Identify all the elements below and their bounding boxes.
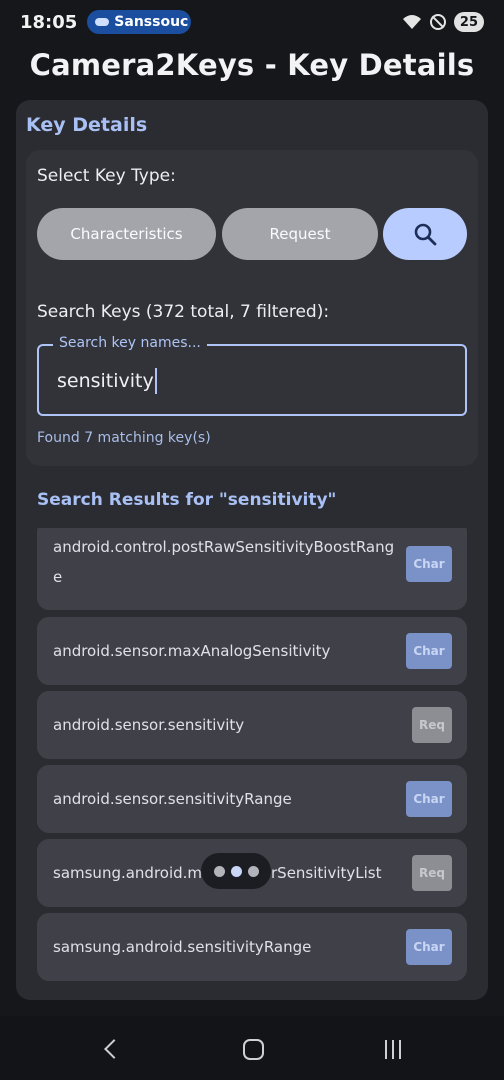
result-row[interactable]: android.sensor.maxAnalogSensitivity Char xyxy=(37,617,467,685)
search-input-value: sensitivity xyxy=(57,370,154,392)
pager-dot-active xyxy=(230,865,242,877)
text-caret xyxy=(154,368,157,394)
result-type-badge: Char xyxy=(406,929,452,965)
result-type-badge: Char xyxy=(406,546,452,582)
result-key-name: android.sensor.maxAnalogSensitivity xyxy=(53,642,331,660)
result-key-name: android.sensor.sensitivity xyxy=(53,716,245,734)
select-key-type-label: Select Key Type: xyxy=(37,166,176,186)
result-key-name: android.control.postRawSensitivityBoostR… xyxy=(53,538,395,586)
request-button[interactable]: Request xyxy=(222,208,378,260)
notification-pill[interactable]: Sanssouc xyxy=(87,10,192,34)
wifi-icon xyxy=(402,14,422,30)
key-details-heading: Key Details xyxy=(26,114,148,136)
do-not-disturb-icon xyxy=(429,14,446,30)
status-time: 18:05 xyxy=(20,11,78,33)
pager-dot xyxy=(213,865,225,877)
notification-pill-label: Sanssouc xyxy=(114,14,189,30)
results-list[interactable]: android.control.postRawSensitivityBoostR… xyxy=(37,528,467,990)
result-type-badge: Char xyxy=(406,781,452,817)
search-button[interactable] xyxy=(383,208,467,260)
search-keys-label: Search Keys (372 total, 7 filtered): xyxy=(37,302,330,322)
status-icons: 25 xyxy=(402,12,484,32)
search-icon xyxy=(414,223,437,246)
recents-icon[interactable] xyxy=(385,1040,401,1059)
match-count-text: Found 7 matching key(s) xyxy=(37,430,211,446)
system-navigation-bar xyxy=(0,1016,504,1080)
search-section: Search Keys (372 total, 7 filtered): Sea… xyxy=(26,286,478,466)
result-row[interactable]: android.control.postRawSensitivityBoostR… xyxy=(37,528,467,610)
cast-icon xyxy=(95,18,110,26)
result-type-badge: Req xyxy=(412,707,452,743)
page-title: Camera2Keys - Key Details xyxy=(29,48,475,82)
search-input[interactable]: Search key names... sensitivity xyxy=(37,335,467,416)
characteristics-button[interactable]: Characteristics xyxy=(37,208,216,260)
pager-dot xyxy=(247,865,259,877)
search-input-value-wrap: sensitivity xyxy=(57,368,157,394)
back-icon[interactable] xyxy=(104,1039,124,1059)
home-icon[interactable] xyxy=(243,1039,264,1060)
result-key-name: android.sensor.sensitivityRange xyxy=(53,790,292,808)
status-bar: 18:05 Sanssouc 25 xyxy=(0,0,504,44)
battery-indicator: 25 xyxy=(453,12,484,32)
result-type-badge: Char xyxy=(406,633,452,669)
result-row[interactable]: android.sensor.sensitivity Req xyxy=(37,691,467,759)
result-key-name: samsung.android.sensitivityRange xyxy=(53,938,312,956)
results-heading: Search Results for "sensitivity" xyxy=(37,490,337,510)
search-input-label: Search key names... xyxy=(53,335,207,351)
result-row[interactable]: android.sensor.sensitivityRange Char xyxy=(37,765,467,833)
more-options-indicator[interactable] xyxy=(201,853,271,889)
result-row[interactable]: samsung.android.sensitivityRange Char xyxy=(37,913,467,981)
result-type-badge: Req xyxy=(412,855,452,891)
